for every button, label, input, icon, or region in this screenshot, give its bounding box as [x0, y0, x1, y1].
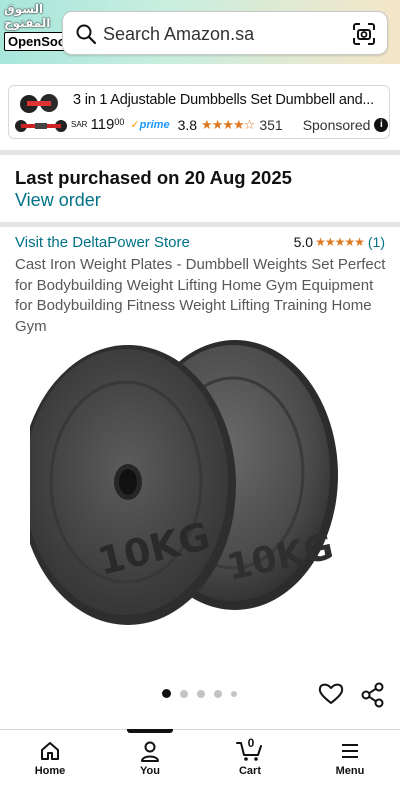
prime-badge: ✓prime [130, 119, 170, 131]
home-icon [41, 742, 59, 760]
nav-home-label: Home [34, 765, 66, 777]
nav-cart[interactable]: 0 Cart [215, 736, 285, 777]
section-divider [0, 222, 400, 227]
cart-count: 0 [247, 736, 255, 750]
active-tab-indicator [127, 729, 173, 733]
product-review-count[interactable]: (1) [368, 234, 385, 250]
nav-home[interactable]: Home [15, 740, 85, 777]
nav-menu-label: Menu [335, 765, 365, 777]
camera-lens-icon[interactable] [351, 21, 377, 52]
view-order-link[interactable]: View order [15, 190, 101, 211]
ad-currency: SAR [71, 120, 88, 129]
sponsored-label: Sponsored [302, 116, 371, 133]
dumbbell-set-thumbnail [13, 90, 69, 136]
share-icon[interactable] [360, 682, 386, 713]
search-icon [75, 23, 97, 50]
sponsored-ad-banner[interactable]: 3 in 1 Adjustable Dumbbells Set Dumbbell… [8, 85, 390, 139]
ad-price-whole: 119 [90, 116, 115, 133]
user-icon [141, 741, 159, 762]
product-image[interactable]: 10KG 10KG [20, 340, 370, 680]
menu-icon [342, 744, 358, 758]
product-rating: 5.0 [293, 234, 314, 250]
last-purchased-text: Last purchased on 20 Aug 2025 [15, 167, 292, 188]
info-icon[interactable]: i [374, 117, 389, 132]
prime-check-icon: ✓ [130, 119, 140, 131]
ad-star-rating-icon: ★★★★☆ [201, 116, 255, 132]
ad-product-title: 3 in 1 Adjustable Dumbbells Set Dumbbell… [73, 92, 374, 108]
carousel-dot[interactable] [231, 690, 237, 697]
ad-price-fraction: 00 [114, 116, 125, 127]
nav-you-label: You [140, 765, 160, 777]
nav-you[interactable]: You [115, 740, 185, 777]
store-link[interactable]: Visit the DeltaPower Store [15, 234, 190, 251]
search-placeholder: Search Amazon.sa [103, 24, 255, 44]
product-star-rating-icon: ★★★★★ [315, 235, 365, 249]
ad-review-count: 351 [259, 116, 283, 133]
product-rating-row[interactable]: 5.0 ★★★★★ (1) [294, 234, 385, 250]
carousel-dot[interactable] [162, 689, 171, 698]
carousel-dot[interactable] [180, 689, 188, 698]
header-bar: السوق المفتوح OpenSooq Search Amazon.sa [0, 0, 400, 64]
section-divider [0, 150, 400, 155]
ad-rating: 3.8 [177, 116, 198, 133]
ad-meta-row: SAR 119 00 ✓prime 3.8 ★★★★☆ 351 Sponsore… [71, 116, 389, 133]
heart-icon[interactable] [318, 682, 344, 711]
product-title: Cast Iron Weight Plates - Dumbbell Weigh… [15, 256, 386, 335]
carousel-dot[interactable] [197, 689, 205, 698]
search-input[interactable]: Search Amazon.sa [62, 11, 388, 55]
image-carousel-indicator [162, 689, 246, 698]
nav-menu[interactable]: Menu [315, 740, 385, 777]
carousel-dot[interactable] [214, 689, 222, 698]
nav-cart-label: Cart [238, 765, 261, 777]
bottom-navigation: Home You 0 Cart Menu [0, 729, 400, 787]
